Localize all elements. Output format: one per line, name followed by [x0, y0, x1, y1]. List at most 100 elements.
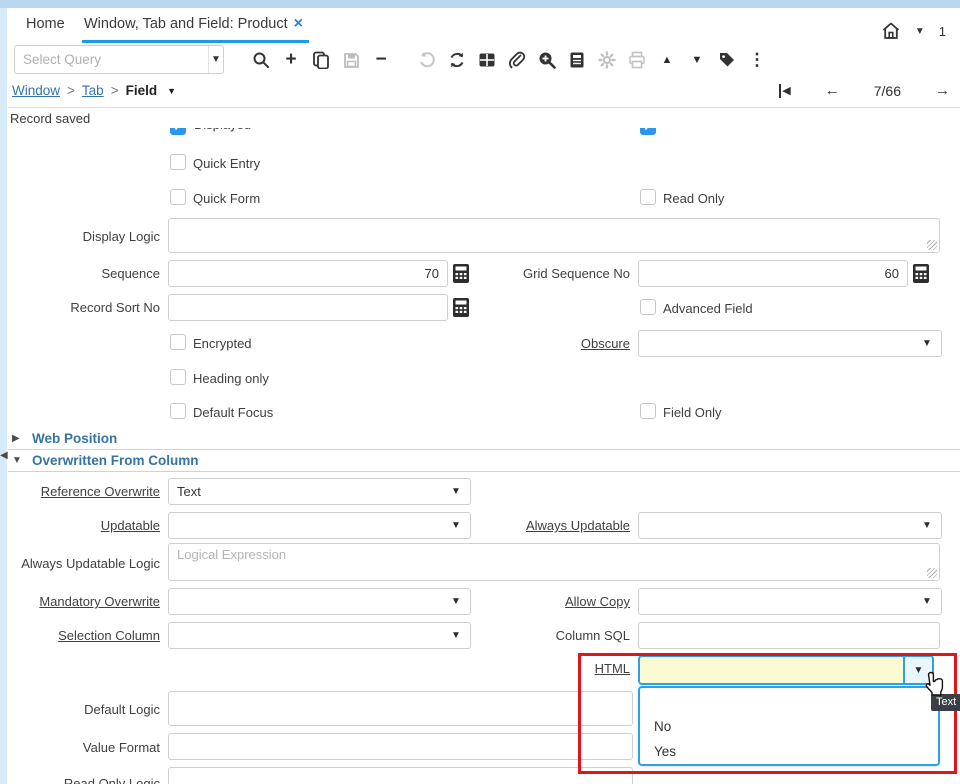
reference-overwrite-label[interactable]: Reference Overwrite	[0, 484, 160, 499]
obscure-label[interactable]: Obscure	[460, 336, 630, 351]
tab-home[interactable]: Home	[16, 8, 75, 42]
default-logic-input[interactable]	[169, 692, 632, 725]
selection-column-label[interactable]: Selection Column	[0, 628, 160, 643]
allow-copy-dropdown[interactable]: ▼	[638, 588, 942, 615]
always-updatable-label[interactable]: Always Updatable	[460, 518, 630, 533]
obscure-dropdown[interactable]: ▼	[638, 330, 942, 357]
always-updatable-logic-field[interactable]	[168, 543, 940, 581]
delete-record-icon[interactable]: −	[366, 45, 396, 75]
chevron-down-icon: ▼	[451, 486, 461, 497]
default-focus-label: Default Focus	[193, 405, 274, 420]
close-icon[interactable]: ×	[294, 15, 303, 32]
new-record-icon[interactable]: +	[276, 45, 306, 75]
resize-handle[interactable]	[927, 240, 937, 250]
default-logic-field[interactable]	[168, 691, 633, 726]
quick-form-checkbox[interactable]	[170, 189, 186, 205]
chevron-down-icon: ▼	[922, 520, 932, 531]
encrypted-checkbox[interactable]	[170, 334, 186, 350]
breadcrumb-field[interactable]: Field	[126, 83, 158, 98]
advanced-field-label: Advanced Field	[663, 301, 753, 316]
quick-entry-checkbox[interactable]	[170, 154, 186, 170]
mandatory-overwrite-label[interactable]: Mandatory Overwrite	[0, 594, 160, 609]
allow-copy-label[interactable]: Allow Copy	[460, 594, 630, 609]
dropdown-button[interactable]: ▼	[903, 657, 932, 683]
column-sql-input[interactable]	[639, 623, 939, 648]
sequence-input[interactable]	[169, 261, 447, 286]
value-format-input[interactable]	[169, 734, 632, 759]
select-query-combo[interactable]: ▼	[14, 45, 224, 74]
display-logic-field[interactable]	[168, 218, 940, 253]
resize-handle[interactable]	[927, 568, 937, 578]
advanced-field-checkbox[interactable]	[640, 299, 656, 315]
breadcrumb-tab[interactable]: Tab	[82, 83, 104, 98]
record-sort-label: Record Sort No	[70, 300, 160, 315]
html-label[interactable]: HTML	[530, 661, 630, 676]
dropdown-option-blank[interactable]	[640, 688, 938, 714]
read-only-logic-input[interactable]	[169, 768, 632, 784]
read-only-checkbox[interactable]	[640, 189, 656, 205]
chevron-down-icon[interactable]: ▼	[167, 86, 176, 96]
home-icon[interactable]	[881, 21, 901, 41]
expand-icon[interactable]: ▼	[682, 45, 712, 75]
application-window: ◀ Home Window, Tab and Field: Product × ▼…	[0, 0, 960, 784]
tab-window-tab-field[interactable]: Window, Tab and Field: Product ×	[76, 8, 311, 43]
first-record-icon[interactable]: ◀	[779, 83, 791, 98]
chevron-down-icon: ▼	[913, 664, 924, 676]
dropdown-option-yes[interactable]: Yes	[640, 739, 938, 764]
zoom-across-icon[interactable]	[532, 45, 562, 75]
grid-sequence-input[interactable]	[639, 261, 907, 286]
grid-toggle-icon[interactable]	[472, 45, 502, 75]
label-icon[interactable]	[712, 45, 742, 75]
status-message: Record saved	[10, 111, 91, 126]
sequence-field[interactable]	[168, 260, 448, 287]
default-focus-checkbox[interactable]	[170, 403, 186, 419]
html-combobox[interactable]: ▼	[638, 655, 934, 685]
process-icon	[592, 45, 622, 75]
mandatory-overwrite-dropdown[interactable]: ▼	[168, 588, 471, 615]
chevron-down-icon[interactable]: ▼	[915, 26, 925, 37]
chevron-down-icon: ▼	[922, 596, 932, 607]
read-only-logic-field[interactable]	[168, 767, 633, 784]
active-tab-underline	[82, 40, 309, 43]
checked-checkbox-partial[interactable]: ✓	[170, 128, 186, 135]
collapse-icon[interactable]: ▲	[652, 45, 682, 75]
select-query-input[interactable]	[15, 52, 208, 67]
read-only-logic-label: Read Only Logic	[63, 776, 160, 784]
field-only-checkbox[interactable]	[640, 403, 656, 419]
record-position: 7/66	[873, 82, 901, 99]
copy-record-icon[interactable]	[306, 45, 336, 75]
checkbox-label-partial: Displayed	[194, 128, 251, 132]
window-top-strip	[0, 0, 960, 8]
grid-sequence-field[interactable]	[638, 260, 908, 287]
heading-only-checkbox[interactable]	[170, 369, 186, 385]
column-sql-field[interactable]	[638, 622, 940, 649]
value-format-field[interactable]	[168, 733, 633, 760]
dropdown-option-no[interactable]: No	[640, 714, 938, 739]
reference-overwrite-dropdown[interactable]: Text ▼	[168, 478, 471, 505]
always-updatable-logic-textarea[interactable]	[169, 544, 939, 580]
breadcrumb-window[interactable]: Window	[12, 83, 60, 98]
report-icon[interactable]	[562, 45, 592, 75]
updatable-dropdown[interactable]: ▼	[168, 512, 471, 539]
more-options-icon[interactable]: ⋮	[742, 45, 772, 75]
panel-collapse-icon[interactable]: ◀	[0, 448, 8, 464]
record-sort-input[interactable]	[169, 295, 447, 320]
display-logic-textarea[interactable]	[169, 219, 939, 252]
checked-checkbox-partial[interactable]: ✓	[640, 128, 656, 135]
field-only-label: Field Only	[663, 405, 722, 420]
chevron-down-icon[interactable]: ▼	[208, 46, 223, 73]
record-sort-field[interactable]	[168, 294, 448, 321]
next-record-icon[interactable]: →	[935, 82, 950, 99]
always-updatable-dropdown[interactable]: ▼	[638, 512, 942, 539]
calculator-icon[interactable]	[452, 297, 470, 318]
updatable-label[interactable]: Updatable	[0, 518, 160, 533]
tab-bar: Home Window, Tab and Field: Product × ▼ 1	[8, 8, 960, 43]
section-web-position[interactable]: ▶ Web Position	[8, 430, 960, 450]
selection-column-dropdown[interactable]: ▼	[168, 622, 471, 649]
previous-record-icon[interactable]: ←	[825, 82, 840, 99]
search-icon[interactable]	[246, 45, 276, 75]
section-overwritten-from-column[interactable]: ▼ Overwritten From Column	[8, 452, 960, 472]
refresh-icon[interactable]	[442, 45, 472, 75]
calculator-icon[interactable]	[912, 263, 930, 284]
attachment-icon[interactable]	[502, 45, 532, 75]
